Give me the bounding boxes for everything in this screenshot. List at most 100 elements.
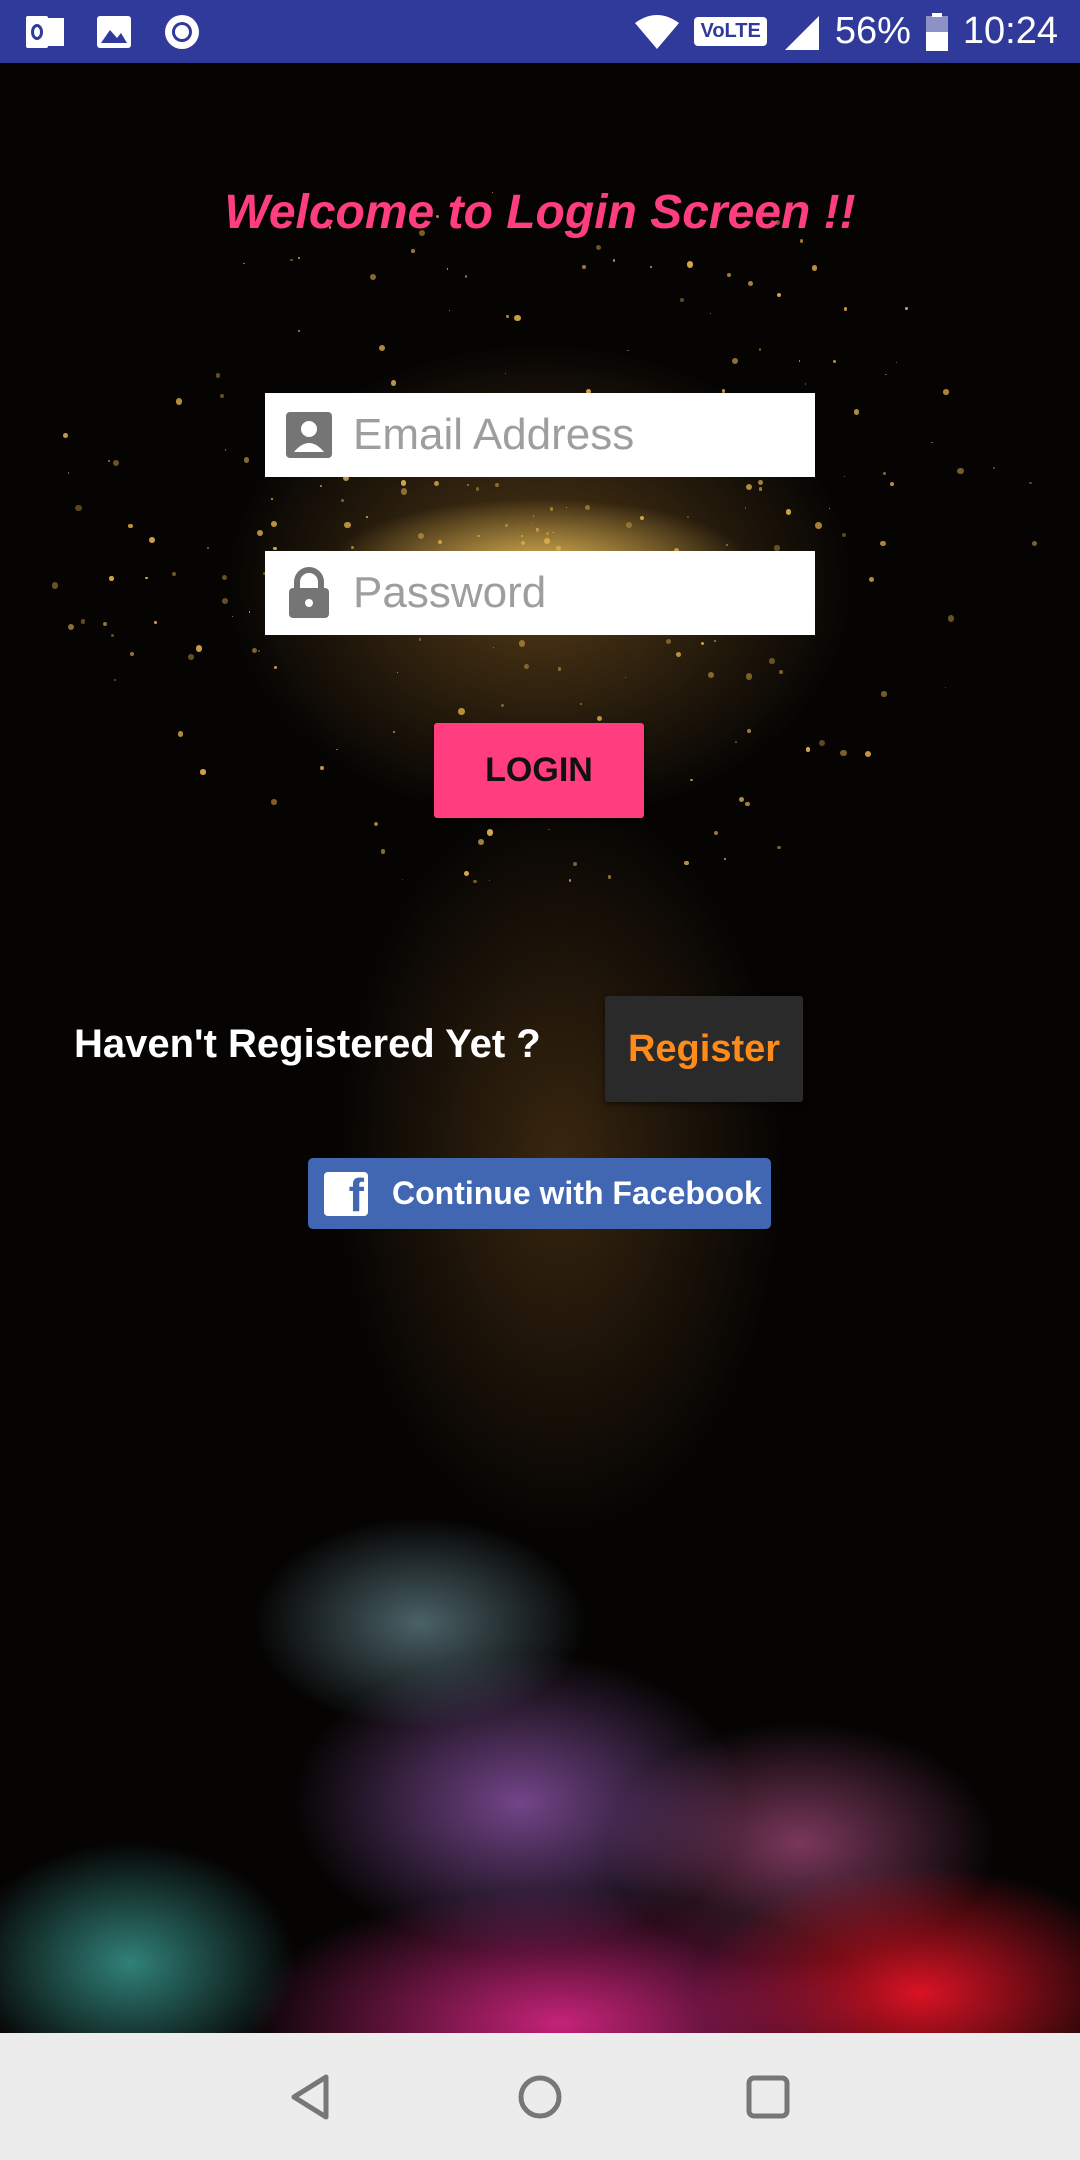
background-speck [102,621,108,627]
email-field[interactable] [265,393,815,477]
facebook-button-label: Continue with Facebook [392,1175,762,1211]
background-speck [819,739,826,746]
background-speck [547,828,550,831]
background-speck [650,266,652,268]
background-speck [243,457,250,463]
background-speck [584,505,590,511]
background-speck [458,708,465,715]
password-field[interactable] [265,551,815,635]
background-speck [200,769,206,775]
background-speck [402,878,404,880]
not-registered-label: Haven't Registered Yet ? [74,1022,541,1066]
background-speck [881,691,887,697]
background-speck [829,508,831,510]
background-speck [418,638,422,641]
background-speck [257,649,261,653]
background-speck [640,515,645,520]
background-speck [145,576,149,580]
background-speck [581,264,586,269]
background-speck [732,357,739,364]
background-speck [947,614,955,622]
register-button[interactable]: Register [605,996,803,1102]
background-speck [518,640,525,647]
battery-percent: 56% [834,10,911,52]
circle-app-icon [162,12,202,52]
background-speck [224,448,227,451]
email-input[interactable] [353,410,803,460]
background-speck [735,741,738,743]
facebook-icon: f [324,1171,368,1216]
background-speck [904,306,909,310]
background-speck [340,499,344,503]
facebook-login-button[interactable]: f Continue with Facebook [308,1158,771,1229]
background-speck [943,389,949,395]
back-icon[interactable] [250,2033,370,2160]
background-speck [272,546,277,551]
background-speck [552,531,554,534]
background-speck [243,262,245,265]
background-speck [612,259,615,262]
background-speck [811,265,818,272]
background-speck [745,673,753,681]
recents-icon[interactable] [708,2033,828,2160]
background-speck [815,522,822,530]
background-speck [684,860,689,866]
background-speck [336,748,338,751]
background-speck [63,433,69,438]
background-speck [252,648,258,654]
background-speck [67,472,70,474]
background-speck [319,765,324,770]
background-speck [843,476,846,478]
background-speck [219,393,224,398]
background-speck [558,667,562,671]
background-speck [840,749,847,756]
background-speck [249,611,251,613]
background-speck [707,671,714,678]
background-speck [500,704,504,708]
background-speck [853,409,860,416]
battery-icon [925,12,949,52]
background-speck [271,799,277,805]
background-speck [545,531,549,535]
background-speck [417,532,425,540]
home-icon[interactable] [480,2033,600,2160]
background-speck [378,344,386,352]
background-speck [290,259,293,262]
background-speck [464,275,468,279]
background-speck [777,292,782,298]
login-button[interactable]: LOGIN [434,723,644,818]
background-speck [504,372,506,375]
background-speck [149,537,156,543]
background-speck [410,249,415,254]
facebook-logo-letter: f [348,1171,364,1216]
password-input[interactable] [353,568,803,618]
background-speck [68,623,75,631]
background-speck [883,472,887,476]
background-speck [344,522,351,529]
background-speck [256,530,264,537]
background-speck [608,875,612,879]
background-speck [113,678,116,681]
background-speck [843,307,847,311]
background-speck [769,658,775,664]
user-icon [281,407,337,463]
background-speck [676,651,681,657]
background-speck [319,484,322,487]
background-speck [580,703,583,706]
background-speck [505,524,509,528]
background-speck [713,830,719,835]
background-speck [842,533,846,537]
background-speck [215,373,221,378]
background-speck [724,857,727,861]
background-speck [804,383,807,385]
signal-icon [781,12,821,52]
background-speck [714,640,716,642]
background-speck [400,488,407,495]
background-speck [195,645,203,652]
background-speck [188,654,195,660]
background-speck [627,349,629,352]
background-speck [477,839,484,845]
background-speck [448,309,451,312]
background-speck [889,481,894,486]
background-speck [832,360,836,364]
